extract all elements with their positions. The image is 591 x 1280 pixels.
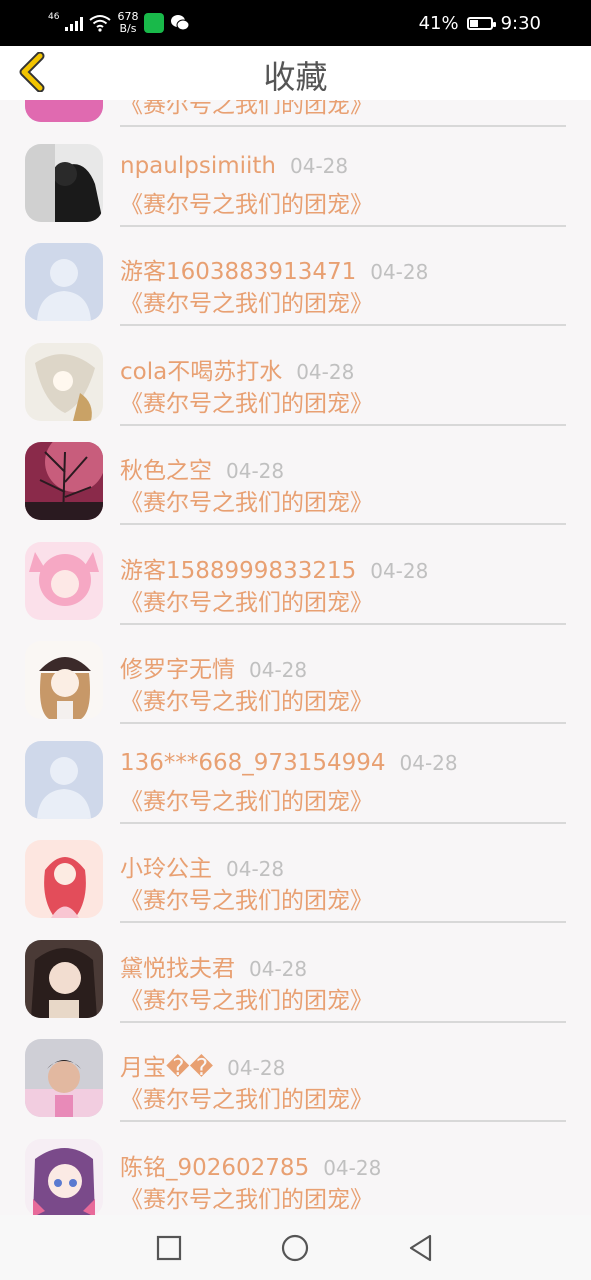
book-title: 《赛尔号之我们的团宠》 bbox=[120, 288, 566, 326]
date: 04-28 bbox=[370, 558, 429, 583]
date: 04-28 bbox=[296, 359, 355, 384]
avatar bbox=[25, 541, 103, 620]
book-title: 《赛尔号之我们的团宠》 bbox=[120, 786, 566, 824]
date: 04-28 bbox=[249, 956, 308, 981]
status-right: 41% 9:30 bbox=[419, 0, 541, 46]
book-title: 《赛尔号之我们的团宠》 bbox=[120, 885, 566, 923]
list-item[interactable]: 秋色之空 04-28 《赛尔号之我们的团宠》 bbox=[0, 427, 591, 527]
avatar bbox=[25, 243, 103, 321]
back-triangle-icon bbox=[409, 1234, 432, 1262]
name-row: 陈铭_902602785 04-28 bbox=[120, 1148, 381, 1182]
network-type: 46 bbox=[48, 12, 60, 22]
date: 04-28 bbox=[399, 750, 458, 775]
user-name: 月宝�� bbox=[120, 1055, 214, 1081]
wechat-icon bbox=[171, 15, 190, 31]
wifi-icon bbox=[89, 15, 112, 32]
user-name: 游客1588999833215 bbox=[120, 557, 357, 584]
name-row: 小玲公主 04-28 bbox=[120, 849, 284, 883]
user-name: 黛悦找夫君 bbox=[120, 955, 235, 982]
book-title: 《赛尔号之我们的团宠》 bbox=[120, 587, 566, 625]
name-row: 月宝�� 04-28 bbox=[120, 1048, 285, 1082]
avatar bbox=[25, 100, 103, 122]
avatar bbox=[25, 641, 103, 719]
name-row: 游客1588999833215 04-28 bbox=[120, 551, 428, 585]
user-name: 陈铭_902602785 bbox=[120, 1154, 310, 1181]
recent-apps-icon bbox=[156, 1235, 182, 1261]
name-row: 秋色之空 04-28 bbox=[120, 451, 284, 485]
name-row: 黛悦找夫君 04-28 bbox=[120, 949, 307, 983]
date: 04-28 bbox=[226, 857, 285, 881]
book-title: 《赛尔号之我们的团宠》 bbox=[120, 189, 566, 227]
name-row: cola不喝苏打水 04-28 bbox=[120, 352, 354, 386]
user-name: 136***668_973154994 bbox=[120, 749, 386, 776]
home-button[interactable] bbox=[280, 1233, 310, 1263]
page-title: 收藏 bbox=[263, 58, 328, 96]
date: 04-28 bbox=[249, 658, 308, 682]
date: 04-28 bbox=[370, 260, 429, 284]
list-item[interactable]: 小玲公主 04-28 《赛尔号之我们的团宠》 bbox=[0, 825, 591, 925]
name-row: 修罗字无情 04-28 bbox=[120, 650, 307, 684]
book-title: 《赛尔号之我们的团宠》 bbox=[120, 487, 566, 525]
clock: 9:30 bbox=[500, 12, 541, 34]
name-row: npaulpsimiith 04-28 bbox=[120, 153, 348, 179]
list-item-partial[interactable]: 《赛尔号之我们的团宠》 bbox=[0, 100, 591, 129]
signal-icon bbox=[65, 15, 84, 31]
date: 04-28 bbox=[323, 1155, 382, 1180]
avatar bbox=[25, 342, 103, 421]
book-title: 《赛尔号之我们的团宠》 bbox=[120, 100, 566, 127]
avatar bbox=[25, 1039, 103, 1117]
list-item[interactable]: 黛悦找夫君 04-28 《赛尔号之我们的团宠》 bbox=[0, 925, 591, 1025]
avatar bbox=[25, 939, 103, 1018]
book-title: 《赛尔号之我们的团宠》 bbox=[120, 388, 566, 426]
book-title: 《赛尔号之我们的团宠》 bbox=[120, 985, 566, 1023]
name-row: 游客1603883913471 04-28 bbox=[120, 252, 428, 286]
avatar bbox=[25, 1138, 103, 1215]
date: 04-28 bbox=[290, 153, 349, 178]
battery-icon bbox=[466, 16, 496, 30]
avatar bbox=[25, 840, 103, 918]
user-name: 小玲公主 bbox=[120, 856, 212, 882]
net-speed-unit: B/s bbox=[119, 22, 137, 35]
user-name: 秋色之空 bbox=[120, 458, 212, 484]
net-speed: 678 B/s bbox=[117, 11, 138, 35]
book-title: 《赛尔号之我们的团宠》 bbox=[120, 1184, 566, 1216]
date: 04-28 bbox=[226, 459, 285, 483]
book-title: 《赛尔号之我们的团宠》 bbox=[120, 686, 566, 724]
recent-apps-button[interactable] bbox=[154, 1233, 184, 1263]
list-item[interactable]: 游客1588999833215 04-28 《赛尔号之我们的团宠》 bbox=[0, 527, 591, 627]
book-title: 《赛尔号之我们的团宠》 bbox=[120, 1084, 566, 1122]
list-item[interactable]: 月宝�� 04-28 《赛尔号之我们的团宠》 bbox=[0, 1024, 591, 1124]
list-item[interactable]: 修罗字无情 04-28 《赛尔号之我们的团宠》 bbox=[0, 626, 591, 726]
battery-percent: 41% bbox=[418, 12, 459, 34]
list-item[interactable]: 136***668_973154994 04-28 《赛尔号之我们的团宠》 bbox=[0, 726, 591, 826]
date: 04-28 bbox=[227, 1056, 286, 1080]
user-name: npaulpsimiith bbox=[120, 152, 276, 179]
status-bar: 46 678 B/s 41% 9:30 bbox=[0, 0, 591, 46]
list-item[interactable]: cola不喝苏打水 04-28 《赛尔号之我们的团宠》 bbox=[0, 328, 591, 428]
favorites-list-inner: 《赛尔号之我们的团宠》 npaulpsimiith 04-28 《赛尔号之我们的团宠… bbox=[0, 100, 591, 1215]
list-item[interactable]: 陈铭_902602785 04-28 《赛尔号之我们的团宠》 bbox=[0, 1124, 591, 1216]
system-nav-bar bbox=[0, 1215, 591, 1280]
app-header: 收藏 bbox=[0, 46, 591, 100]
name-row: 136***668_973154994 04-28 bbox=[120, 750, 458, 776]
avatar bbox=[25, 442, 103, 520]
favorites-list[interactable]: 《赛尔号之我们的团宠》 npaulpsimiith 04-28 《赛尔号之我们的团宠… bbox=[0, 100, 591, 1215]
back-nav-button[interactable] bbox=[406, 1233, 436, 1263]
avatar bbox=[25, 740, 103, 819]
home-icon bbox=[281, 1234, 309, 1262]
list-item[interactable]: npaulpsimiith 04-28 《赛尔号之我们的团宠》 bbox=[0, 129, 591, 229]
avatar bbox=[25, 143, 103, 222]
list-item[interactable]: 游客1603883913471 04-28 《赛尔号之我们的团宠》 bbox=[0, 228, 591, 328]
user-name: 修罗字无情 bbox=[120, 657, 235, 683]
status-left: 46 678 B/s bbox=[48, 0, 190, 46]
user-name: 游客1603883913471 bbox=[120, 259, 357, 285]
chat-app-icon bbox=[144, 13, 165, 33]
user-name: cola不喝苏打水 bbox=[120, 358, 283, 385]
